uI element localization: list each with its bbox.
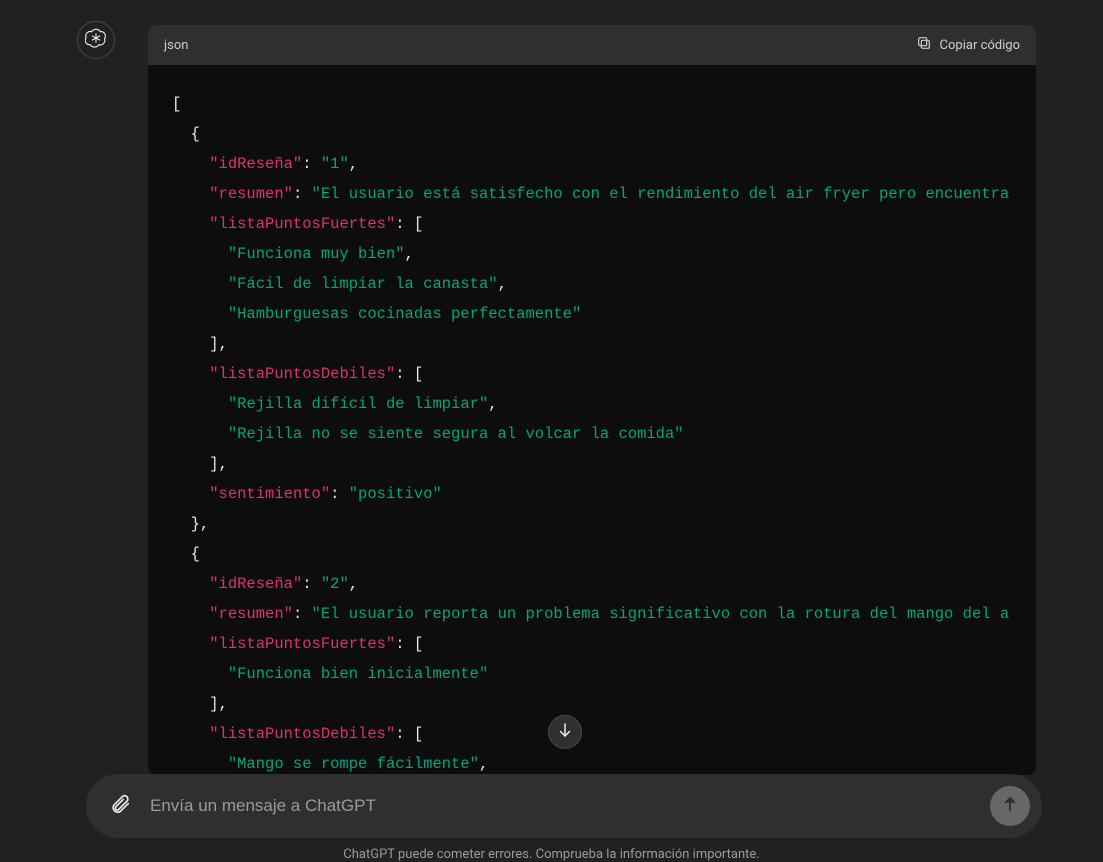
copy-code-button[interactable]: Copiar código (916, 35, 1020, 55)
attach-file-button[interactable] (106, 792, 134, 820)
arrow-up-icon (1001, 795, 1019, 817)
code-body[interactable]: [ { "idReseña": "1", "resumen": "El usua… (148, 65, 1036, 775)
assistant-avatar (77, 21, 115, 59)
openai-logo-icon (85, 27, 107, 53)
code-language-label: json (164, 38, 188, 53)
code-block-header: json Copiar código (148, 25, 1036, 65)
message-composer (86, 774, 1042, 838)
app-root: json Copiar código [ { "idReseña": "1", … (0, 0, 1103, 862)
code-block: json Copiar código [ { "idReseña": "1", … (148, 25, 1036, 775)
paperclip-icon (109, 793, 131, 819)
disclaimer-text: ChatGPT puede cometer errores. Comprueba… (0, 847, 1103, 862)
copy-code-label: Copiar código (940, 38, 1020, 53)
message-input[interactable] (150, 796, 974, 816)
copy-icon (916, 35, 932, 55)
send-button[interactable] (990, 786, 1030, 826)
scroll-to-bottom-button[interactable] (548, 715, 582, 749)
code-content: [ { "idReseña": "1", "resumen": "El usua… (172, 89, 1036, 775)
arrow-down-icon (556, 721, 574, 743)
